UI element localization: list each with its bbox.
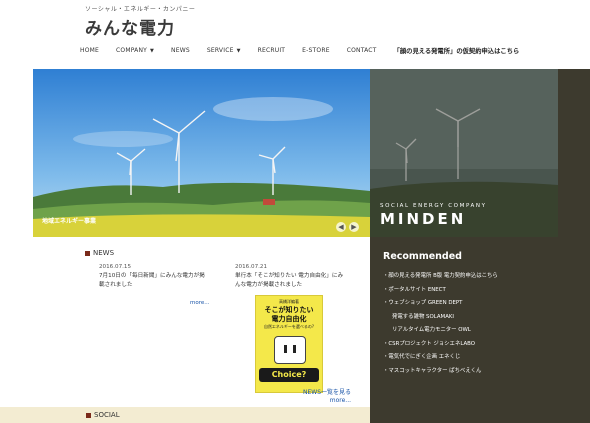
hero-arrows: ◀ ▶ — [336, 222, 362, 232]
news-heading-label: NEWS — [93, 249, 115, 257]
news-date: 2016.07.21 — [235, 264, 268, 270]
nav-service[interactable]: SERVICE ▼ — [207, 47, 241, 54]
recommended-link[interactable]: ・電気代でにぎく企画 エネくじ — [383, 351, 498, 365]
news-more-link[interactable]: more... — [190, 300, 210, 306]
book-cover-image[interactable]: 高橋洋編著 そこが知りたい 電力自由化 自然エネルギーを選べるの? Choice… — [255, 295, 323, 393]
news-text: 載されました — [99, 282, 133, 288]
news-text: 7月10日の「毎日新聞」にみんな電力が掲 — [99, 273, 205, 279]
recommended-link[interactable]: 発電する雑物 SOLAMAKI — [383, 311, 498, 325]
book-title-line2: 電力自由化 — [271, 315, 307, 323]
news-item[interactable]: 2016.07.21 単行本「そこが知りたい 電力自由化」にみ んな電力が掲載さ… — [235, 263, 343, 290]
wind-farm-image — [33, 69, 370, 237]
hero-slider: 地域エネルギー事業 ◀ ▶ SOCIAL ENERGY COMPANY MIND — [33, 69, 558, 237]
square-bullet-icon — [85, 250, 90, 256]
news-item[interactable]: 2016.07.15 7月10日の「毎日新聞」にみんな電力が掲 載されました — [99, 263, 205, 290]
news-text: 単行本「そこが知りたい 電力自由化」にみ — [235, 273, 344, 279]
recommended-title: Recommended — [383, 251, 462, 262]
caret-down-icon: ▼ — [236, 47, 241, 54]
book-subtitle: 自然エネルギーを選べるの? — [263, 324, 315, 329]
recommended-panel: Recommended ・顔の見える発電所 B版 電力契約申込はこちら ・ポータ… — [370, 237, 558, 423]
minden-title: MINDEN — [380, 210, 467, 228]
recommended-list: ・顔の見える発電所 B版 電力契約申込はこちら ・ポータルサイト ENECT ・… — [383, 270, 498, 378]
nav-estore-label: E-STORE — [302, 47, 330, 54]
recommended-link[interactable]: ・ウェブショップ GREEN DEPT — [383, 297, 498, 311]
square-bullet-icon — [86, 412, 91, 418]
recommended-link[interactable]: ・ポータルサイト ENECT — [383, 284, 498, 298]
book-choice-banner: Choice? — [259, 368, 319, 382]
nav-recruit-label: RECRUIT — [257, 47, 286, 54]
news-all-label: NEWS一覧を見る — [303, 389, 352, 396]
news-all-more: more... — [329, 397, 352, 404]
logo-block[interactable]: ソーシャル・エネルギー・カンパニー みんな電力 — [85, 4, 195, 39]
social-section: SOCIAL — [0, 407, 370, 423]
news-heading: NEWS — [85, 249, 114, 257]
hero-side-image[interactable]: SOCIAL ENERGY COMPANY MINDEN — [370, 69, 558, 237]
news-section: NEWS 2016.07.15 7月10日の「毎日新聞」にみんな電力が掲 載され… — [33, 237, 370, 407]
news-text: んな電力が掲載されました — [235, 282, 303, 288]
book-author: 高橋洋編著 — [279, 299, 299, 304]
social-heading: SOCIAL — [86, 411, 120, 419]
nav-promo-link[interactable]: 「顔の見える発電所」の仮契約申込はこちら — [394, 46, 520, 55]
nav-company-label: COMPANY — [116, 47, 147, 54]
nav-contact-label: CONTACT — [346, 47, 377, 54]
nav-contact[interactable]: CONTACT — [347, 47, 377, 54]
brand-tagline: ソーシャル・エネルギー・カンパニー — [85, 6, 196, 13]
recommended-link[interactable]: ・CSRプロジェクト ジョシエネLABO — [383, 338, 498, 352]
news-all-link[interactable]: NEWS一覧を見る more... — [303, 389, 351, 405]
nav-news[interactable]: NEWS — [171, 47, 190, 54]
recommended-link[interactable]: ・顔の見える発電所 B版 電力契約申込はこちら — [383, 270, 498, 284]
next-arrow-icon[interactable]: ▶ — [349, 222, 359, 232]
prev-arrow-icon[interactable]: ◀ — [336, 222, 346, 232]
main-nav: HOME COMPANY ▼ NEWS SERVICE ▼ RECRUIT E-ST… — [80, 46, 519, 55]
nav-estore[interactable]: E-STORE — [302, 47, 330, 54]
brand-logo[interactable]: みんな電力 — [85, 14, 195, 39]
recommended-link[interactable]: リアルタイム電力モニター OWL — [383, 324, 498, 338]
nav-home[interactable]: HOME — [80, 47, 99, 54]
nav-news-label: NEWS — [171, 47, 190, 54]
recommended-link[interactable]: ・マスコットキャラクター ぱちべえくん — [383, 365, 498, 379]
nav-home-label: HOME — [80, 47, 100, 54]
caret-down-icon: ▼ — [150, 47, 155, 54]
right-dark-band — [558, 69, 590, 423]
news-date: 2016.07.15 — [99, 264, 132, 270]
book-title-line1: そこが知りたい — [264, 306, 314, 314]
hero-caption: 地域エネルギー事業 — [42, 218, 97, 225]
social-heading-label: SOCIAL — [94, 411, 120, 419]
power-plug-icon — [274, 336, 306, 364]
minden-subtitle: SOCIAL ENERGY COMPANY — [380, 203, 487, 209]
site-header: ソーシャル・エネルギー・カンパニー みんな電力 HOME COMPANY ▼ NE… — [0, 0, 590, 69]
nav-service-label: SERVICE — [206, 47, 234, 54]
hero-slide-image[interactable]: 地域エネルギー事業 ◀ ▶ — [33, 69, 370, 237]
nav-company[interactable]: COMPANY ▼ — [116, 47, 154, 54]
nav-recruit[interactable]: RECRUIT — [258, 47, 286, 54]
